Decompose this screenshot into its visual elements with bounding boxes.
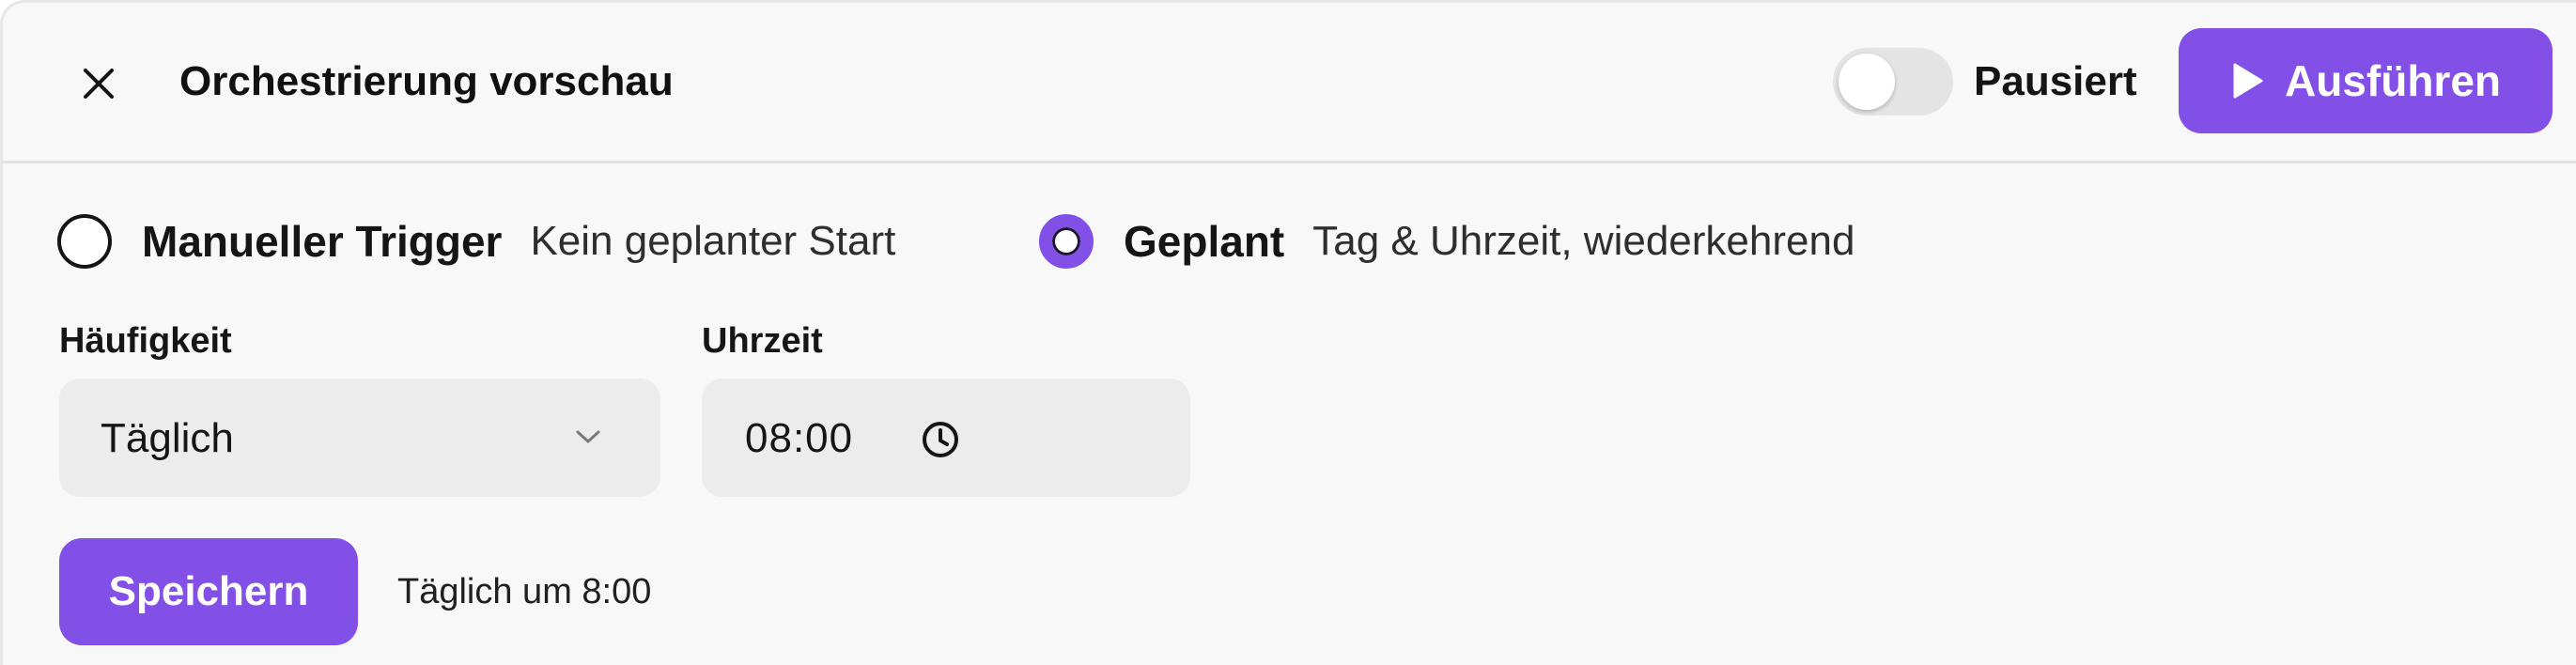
toggle-knob — [1839, 54, 1895, 110]
trigger-option-manual[interactable]: Manueller Trigger Kein geplanter Start — [57, 208, 895, 275]
close-button[interactable] — [74, 59, 123, 108]
schedule-summary: Täglich um 8:00 — [397, 572, 652, 611]
run-button-label: Ausführen — [2285, 56, 2501, 105]
frequency-value: Täglich — [101, 415, 234, 461]
scheduled-description: Tag & Uhrzeit, wiederkehrend — [1312, 218, 1855, 264]
scheduled-radio[interactable] — [1039, 214, 1094, 269]
run-button[interactable]: Ausführen — [2179, 28, 2553, 133]
paused-toggle[interactable] — [1833, 48, 1953, 116]
panel-header: Orchestrierung vorschau Pausiert Ausführ… — [3, 3, 2576, 163]
scheduled-label: Geplant — [1124, 217, 1285, 266]
play-icon — [2233, 63, 2263, 99]
orchestration-preview-panel: Orchestrierung vorschau Pausiert Ausführ… — [0, 0, 2576, 665]
time-value: 08:00 — [745, 415, 854, 461]
frequency-label: Häufigkeit — [59, 321, 232, 361]
paused-toggle-label: Pausiert — [1974, 58, 2137, 104]
frequency-select[interactable]: Täglich — [59, 379, 660, 497]
close-icon — [84, 69, 114, 99]
manual-trigger-radio[interactable] — [57, 214, 112, 269]
page-title: Orchestrierung vorschau — [179, 58, 674, 104]
manual-trigger-description: Kein geplanter Start — [530, 218, 896, 264]
save-button[interactable]: Speichern — [59, 538, 358, 645]
manual-trigger-label: Manueller Trigger — [142, 217, 503, 266]
clock-icon[interactable] — [920, 419, 961, 460]
time-label: Uhrzeit — [702, 321, 823, 361]
trigger-option-scheduled[interactable]: Geplant Tag & Uhrzeit, wiederkehrend — [1039, 208, 1854, 275]
chevron-down-icon — [576, 430, 600, 443]
